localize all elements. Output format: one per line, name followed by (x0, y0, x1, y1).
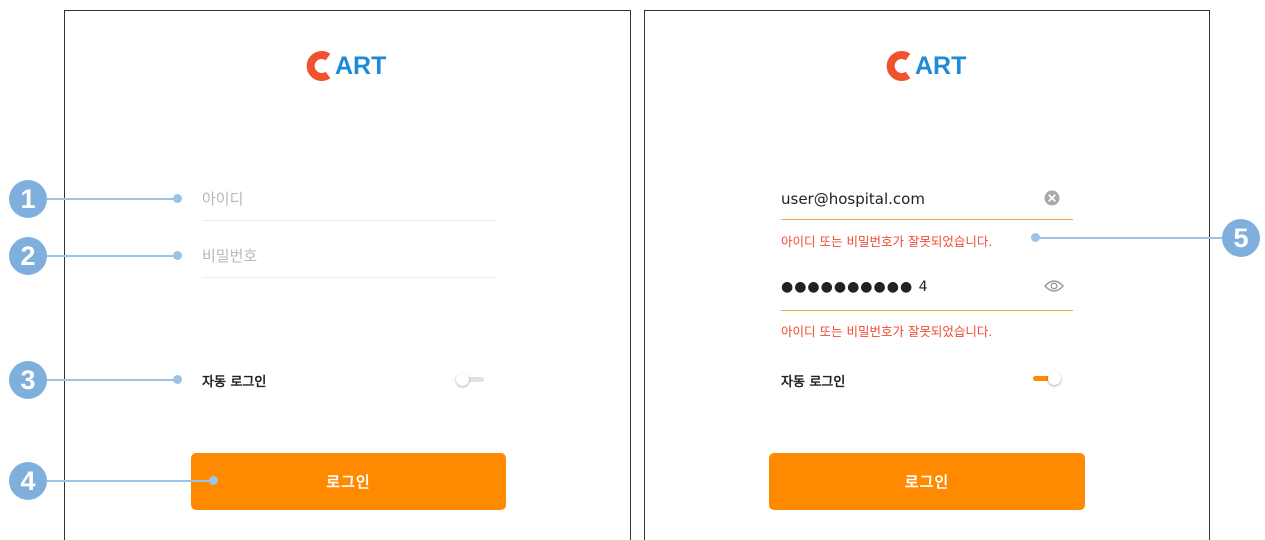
callout-line-4 (45, 480, 213, 482)
id-field[interactable]: user@hospital.com (781, 187, 1073, 221)
login-button[interactable]: 로그인 (769, 453, 1085, 510)
auto-login-toggle[interactable] (456, 373, 486, 387)
password-input[interactable]: 비밀번호 (202, 246, 257, 266)
callout-dot-3 (173, 375, 182, 384)
password-input[interactable]: ●●●●●●●●●● 4 (781, 277, 929, 297)
logo-text: ART (915, 52, 967, 80)
c-logo-mark-icon (886, 51, 911, 81)
c-logo-mark-icon (306, 51, 331, 81)
id-input[interactable]: 아이디 (202, 189, 243, 209)
login-screen-default: ART 아이디 비밀번호 자동 로그인 로그인 (64, 10, 631, 540)
password-field[interactable]: 비밀번호 (202, 244, 496, 278)
callout-dot-2 (173, 251, 182, 260)
brand-logo: ART (884, 51, 966, 81)
callout-badge-1: 1 (9, 180, 47, 218)
callout-dot-1 (173, 194, 182, 203)
logo-text: ART (335, 52, 387, 80)
password-underline (781, 310, 1073, 311)
id-error-message: 아이디 또는 비밀번호가 잘못되었습니다. (781, 234, 993, 249)
id-field[interactable]: 아이디 (202, 187, 496, 221)
auto-login-toggle[interactable] (1033, 372, 1063, 386)
auto-login-label: 자동 로그인 (781, 375, 846, 390)
callout-dot-5 (1031, 233, 1040, 242)
eye-icon[interactable] (1043, 277, 1065, 295)
callout-line-1 (45, 198, 177, 200)
callout-dot-4 (209, 476, 218, 485)
clear-circle-icon[interactable] (1043, 189, 1061, 207)
callout-badge-5: 5 (1222, 219, 1260, 257)
auto-login-label: 자동 로그인 (202, 375, 267, 390)
login-button[interactable]: 로그인 (191, 453, 506, 510)
id-input[interactable]: user@hospital.com (781, 189, 925, 209)
password-underline (202, 277, 496, 278)
password-field[interactable]: ●●●●●●●●●● 4 (781, 276, 1073, 312)
callout-line-3 (45, 379, 177, 381)
callout-badge-3: 3 (9, 361, 47, 399)
callout-line-5 (1036, 237, 1224, 239)
callout-badge-4: 4 (9, 462, 47, 500)
id-underline (781, 219, 1073, 220)
id-underline (202, 220, 496, 221)
login-screen-error: ART user@hospital.com 아이디 또는 비밀번호가 잘못되었습… (644, 10, 1210, 540)
callout-badge-2: 2 (9, 237, 47, 275)
password-error-message: 아이디 또는 비밀번호가 잘못되었습니다. (781, 324, 993, 339)
callout-line-2 (45, 255, 177, 257)
brand-logo: ART (304, 51, 386, 81)
